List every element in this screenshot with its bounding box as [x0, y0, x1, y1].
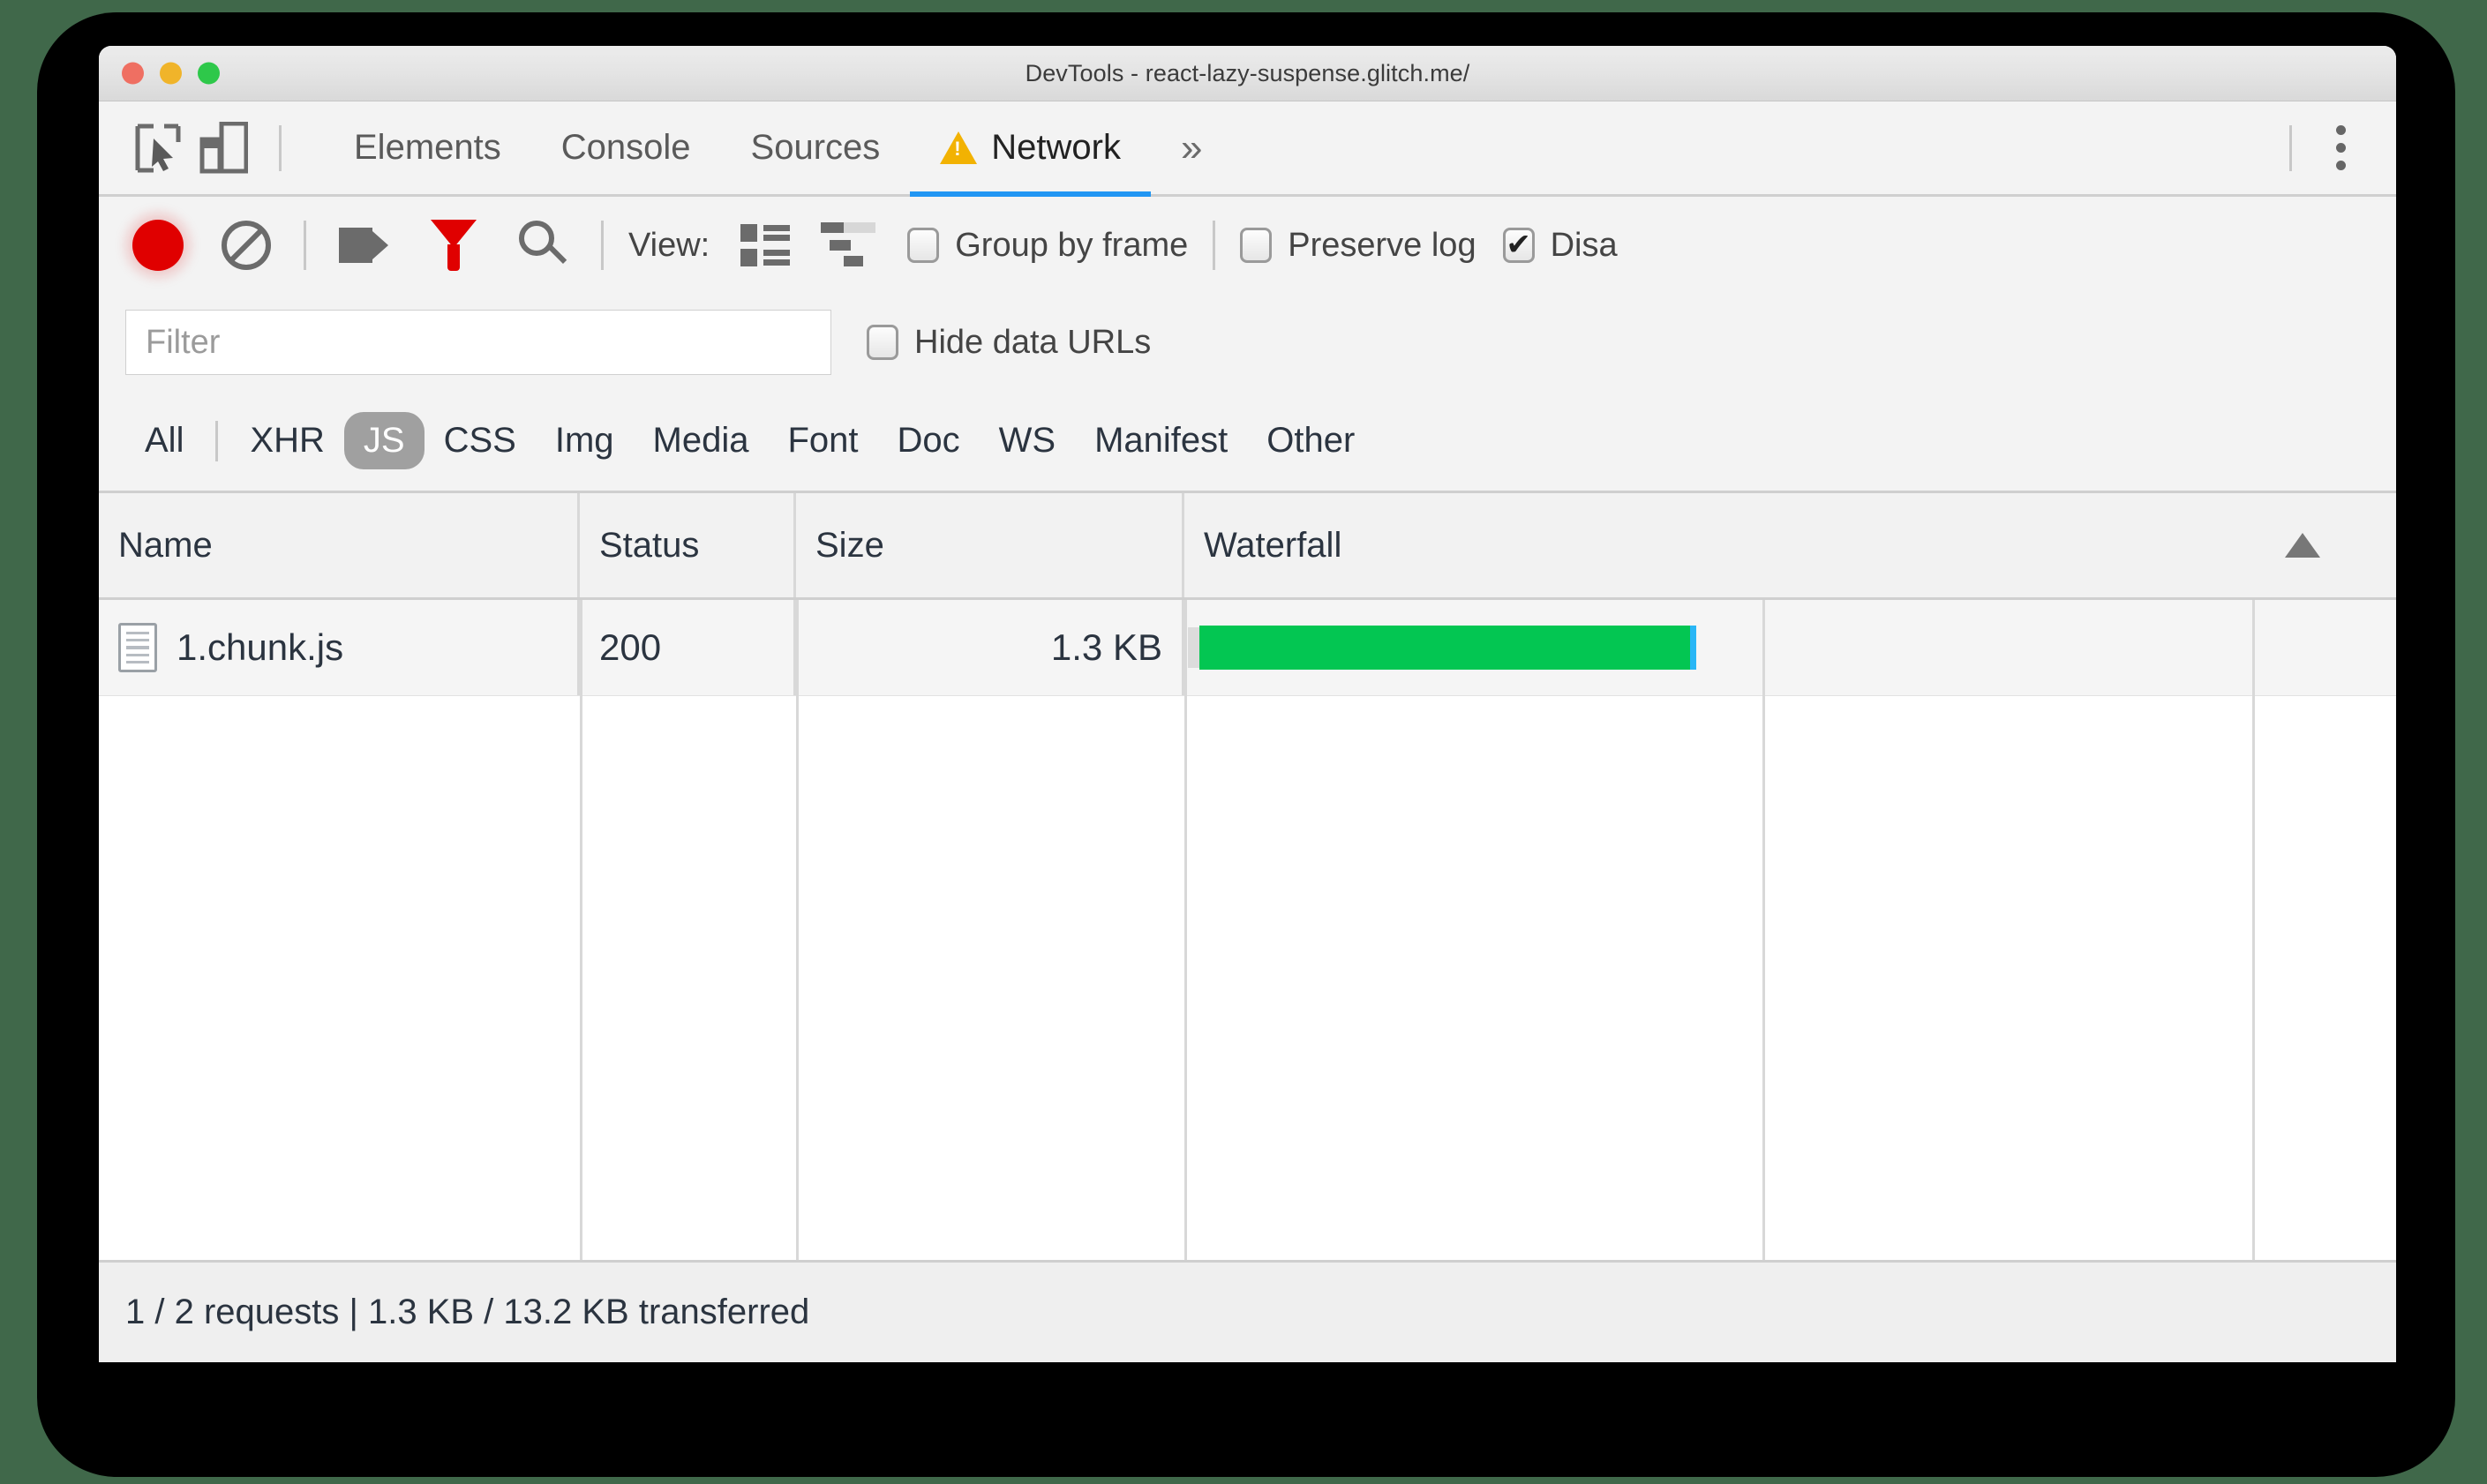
cell-size: 1.3 KB — [796, 600, 1184, 695]
more-tabs-icon[interactable]: » — [1151, 126, 1232, 170]
status-summary: 1 / 2 requests | 1.3 KB / 13.2 KB transf… — [125, 1293, 810, 1331]
funnel-glyph — [431, 220, 477, 271]
group-by-frame-label: Group by frame — [955, 226, 1189, 264]
chip-ws[interactable]: WS — [980, 412, 1075, 469]
kebab-dot — [2335, 125, 2346, 135]
table-body: 1.chunk.js 200 1.3 KB — [99, 600, 2396, 1260]
tab-network-label: Network — [991, 128, 1121, 167]
record-icon[interactable] — [125, 213, 191, 278]
traffic-light-group — [122, 62, 220, 85]
cell-status: 200 — [580, 600, 796, 695]
network-status-bar: 1 / 2 requests | 1.3 KB / 13.2 KB transf… — [99, 1260, 2396, 1362]
group-by-frame-checkbox-group[interactable]: Group by frame — [907, 227, 1188, 265]
preserve-log-checkbox-group[interactable]: Preserve log — [1240, 227, 1476, 265]
chip-xhr[interactable]: XHR — [230, 412, 343, 469]
camera-glyph — [339, 228, 388, 263]
filter-placeholder: Filter — [146, 323, 221, 361]
tab-list: Elements Console Sources Network » — [324, 101, 1232, 197]
tab-network[interactable]: Network — [910, 101, 1151, 197]
filter-funnel-icon[interactable] — [421, 213, 486, 278]
requests-table: Name Status Size Waterfall 1.chunk.js 20… — [99, 493, 2396, 1260]
hide-data-urls-label: Hide data URLs — [914, 323, 1152, 361]
clear-glyph — [222, 221, 271, 270]
disable-cache-label: Disa — [1550, 226, 1618, 264]
waterfall-bar — [1199, 626, 1696, 670]
sort-ascending-icon[interactable] — [2285, 533, 2320, 558]
tab-elements-label: Elements — [354, 128, 501, 167]
cell-waterfall[interactable] — [1184, 600, 2396, 695]
inspect-cursor-icon[interactable] — [125, 116, 191, 181]
waterfall-view-glyph — [821, 222, 876, 268]
magnifier-glyph — [519, 221, 568, 270]
clear-icon[interactable] — [214, 213, 279, 278]
zoom-window-button[interactable] — [198, 62, 220, 85]
preserve-log-label: Preserve log — [1288, 226, 1476, 264]
filter-row: Filter Hide data URLs — [99, 294, 2396, 391]
table-header-row: Name Status Size Waterfall — [99, 493, 2396, 600]
waterfall-queue-segment — [1188, 627, 1200, 668]
chip-manifest[interactable]: Manifest — [1075, 412, 1247, 469]
request-name: 1.chunk.js — [177, 626, 344, 668]
disable-cache-checkbox-group[interactable]: Disa — [1502, 226, 1618, 265]
screenshot-camera-icon[interactable] — [331, 213, 396, 278]
tab-console-label: Console — [560, 128, 691, 167]
column-header-waterfall[interactable]: Waterfall — [1184, 493, 2396, 597]
column-gridlines — [99, 600, 2396, 1260]
chip-css[interactable]: CSS — [425, 412, 536, 469]
chip-font[interactable]: Font — [768, 412, 877, 469]
warning-triangle-icon — [940, 131, 978, 164]
filter-input[interactable]: Filter — [125, 310, 831, 375]
tab-sources-label: Sources — [750, 128, 881, 167]
list-view-glyph — [740, 224, 791, 266]
chip-doc[interactable]: Doc — [878, 412, 980, 469]
waterfall-view-icon[interactable] — [815, 213, 881, 278]
cell-name[interactable]: 1.chunk.js — [99, 600, 580, 695]
tabbar-right-group — [2266, 124, 2396, 171]
kebab-dot — [2335, 161, 2346, 170]
preserve-log-checkbox[interactable] — [1240, 228, 1273, 263]
inspect-cursor-glyph — [135, 124, 181, 172]
tab-elements[interactable]: Elements — [324, 101, 531, 194]
device-toolbar-glyph — [199, 121, 248, 173]
window-title: DevTools - react-lazy-suspense.glitch.me… — [1025, 59, 1470, 86]
kebab-dot — [2335, 143, 2346, 153]
screen: DevTools - react-lazy-suspense.glitch.me… — [0, 0, 2487, 1484]
script-file-icon — [118, 623, 157, 672]
search-magnifier-icon[interactable] — [511, 213, 576, 278]
window-titlebar: DevTools - react-lazy-suspense.glitch.me… — [99, 46, 2396, 101]
tab-console[interactable]: Console — [531, 101, 721, 194]
disable-cache-checkbox[interactable] — [1502, 228, 1535, 263]
toolbar-separator-2 — [601, 221, 604, 270]
tabbar-divider-right — [2289, 124, 2292, 171]
close-window-button[interactable] — [122, 62, 144, 85]
resource-type-filter-row: All XHR JS CSS Img Media Font Doc WS Man… — [99, 391, 2396, 493]
chip-all[interactable]: All — [125, 412, 203, 469]
kebab-menu-icon[interactable] — [2315, 125, 2366, 170]
toolbar-separator — [304, 221, 306, 270]
device-toolbar-icon[interactable] — [191, 116, 256, 181]
record-dot — [132, 220, 184, 271]
group-by-frame-checkbox[interactable] — [907, 228, 940, 263]
network-toolbar: View: Group by frame Preserve log ✔ Disa — [99, 197, 2396, 294]
hide-data-urls-checkbox-group[interactable]: Hide data URLs — [867, 324, 1151, 362]
toolbar-separator-3 — [1213, 221, 1216, 270]
devtools-tabbar: Elements Console Sources Network » — [99, 101, 2396, 197]
view-label: View: — [628, 226, 710, 264]
table-row[interactable]: 1.chunk.js 200 1.3 KB — [99, 600, 2396, 696]
hide-data-urls-checkbox[interactable] — [867, 325, 898, 360]
chip-js[interactable]: JS — [343, 412, 425, 469]
chip-divider — [215, 420, 219, 461]
chip-img[interactable]: Img — [536, 412, 634, 469]
chip-media[interactable]: Media — [634, 412, 769, 469]
tabbar-divider — [279, 124, 282, 171]
column-header-size[interactable]: Size — [796, 493, 1184, 597]
chip-other[interactable]: Other — [1247, 412, 1374, 469]
tab-sources[interactable]: Sources — [721, 101, 911, 194]
devtools-window: DevTools - react-lazy-suspense.glitch.me… — [99, 46, 2396, 1362]
column-header-name[interactable]: Name — [99, 493, 580, 597]
list-view-icon[interactable] — [733, 213, 798, 278]
minimize-window-button[interactable] — [160, 62, 182, 85]
column-header-status[interactable]: Status — [580, 493, 796, 597]
